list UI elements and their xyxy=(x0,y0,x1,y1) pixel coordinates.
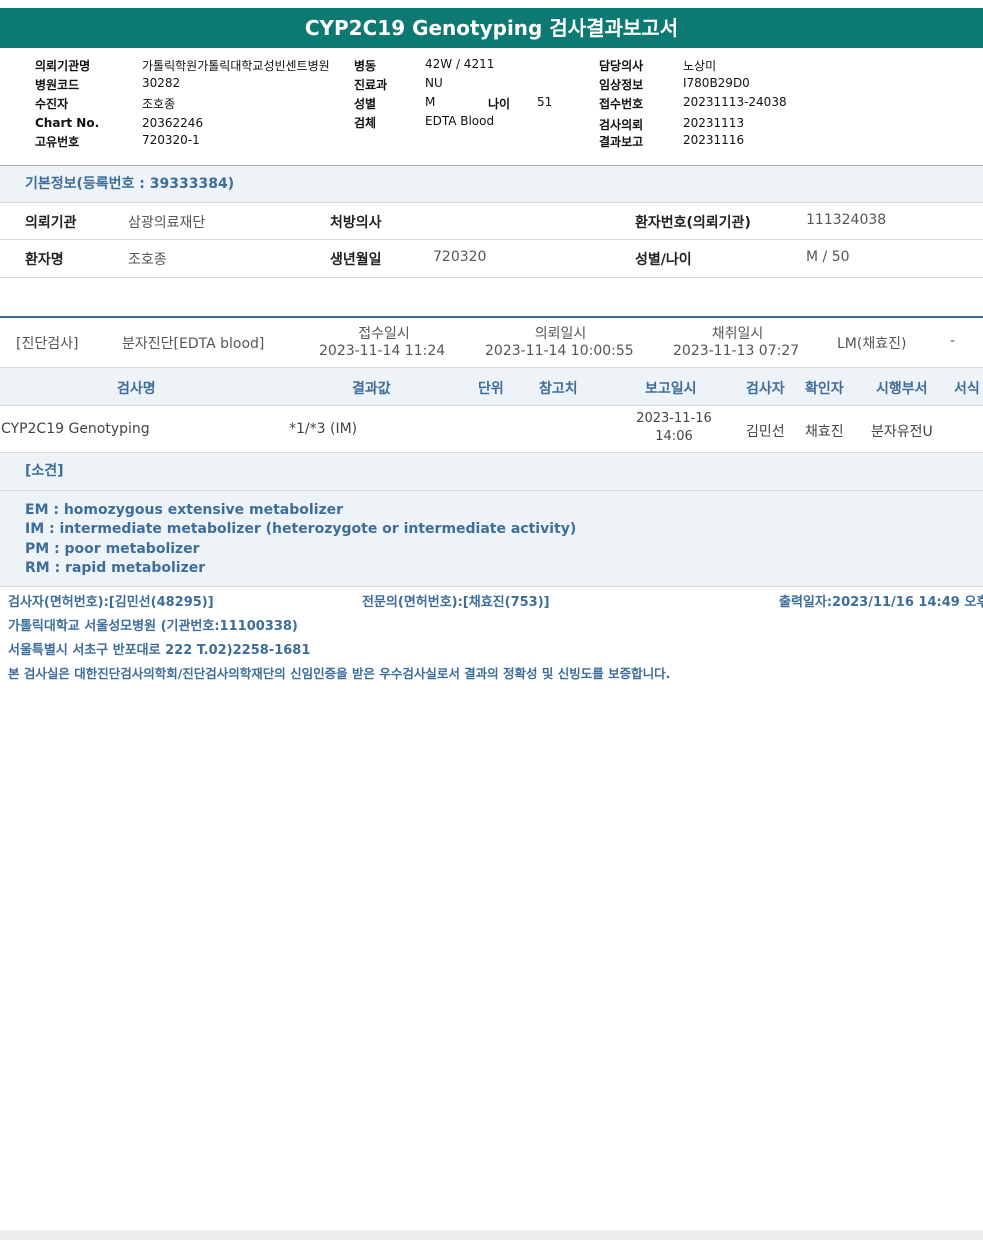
header-label: 나이 xyxy=(488,97,511,111)
col-header-name: 검사명 xyxy=(117,381,156,397)
specialist-license: 전문의(면허번호):[채효진(753)] xyxy=(362,595,550,610)
header-label: 담당의사 xyxy=(599,59,644,73)
exam-category: [진단검사] xyxy=(16,336,79,352)
header-label: 성별 xyxy=(354,97,377,111)
test-name: CYP2C19 Genotyping xyxy=(1,421,150,437)
table-row: CYP2C19 Genotyping *1/*3 (IM) 2023-11-16… xyxy=(0,406,983,453)
field-label: 환자명 xyxy=(25,252,64,268)
report-title: CYP2C19 Genotyping 검사결과보고서 xyxy=(0,8,983,48)
header-value: M xyxy=(425,95,436,109)
header-value: 20231113 xyxy=(683,116,745,130)
requested-label: 의뢰일시 xyxy=(534,326,587,342)
basic-info-title: 기본정보(등록번호 : 39333384) xyxy=(0,166,983,203)
institution: 가톨릭대학교 서울성모병원 (기관번호:11100338) xyxy=(8,619,298,634)
field-value: 720320 xyxy=(433,249,487,265)
field-value: 삼광의료재단 xyxy=(128,215,206,231)
header-value: NU xyxy=(425,76,443,90)
print-date: 출력일자:2023/11/16 14:49 오후 xyxy=(779,595,983,610)
col-header-ref: 참고치 xyxy=(539,381,578,397)
basic-info-row: 의뢰기관 삼광의료재단 처방의사 환자번호(의뢰기관) 111324038 xyxy=(0,203,983,240)
received-label: 접수일시 xyxy=(358,326,410,342)
header-value: 42W / 4211 xyxy=(425,57,495,71)
findings-title: [소견] xyxy=(0,453,983,491)
col-header-result: 결과값 xyxy=(352,381,391,397)
header-label: 수진자 xyxy=(35,97,69,111)
header-value: 51 xyxy=(537,95,553,109)
test-result: *1/*3 (IM) xyxy=(289,421,358,437)
field-label: 생년월일 xyxy=(330,252,382,268)
header-label: 의뢰기관명 xyxy=(35,59,91,73)
header-label: 결과보고 xyxy=(599,135,644,149)
finding-line: EM : homozygous extensive metabolizer xyxy=(25,502,344,518)
test-tester: 김민선 xyxy=(746,424,785,440)
col-header-tester: 검사자 xyxy=(746,381,785,397)
finding-line: IM : intermediate metabolizer (heterozyg… xyxy=(25,521,577,537)
header-label: 병동 xyxy=(354,59,377,73)
findings-title-text: [소견] xyxy=(25,463,64,479)
lab-name: LM(채효진) xyxy=(837,336,907,352)
header-label: 검체 xyxy=(354,116,377,130)
lab-dash: - xyxy=(950,333,956,349)
header-label: 고유번호 xyxy=(35,135,80,149)
test-dept: 분자유전U xyxy=(871,424,933,440)
col-header-confirmer: 확인자 xyxy=(805,381,844,397)
field-label: 성별/나이 xyxy=(635,252,692,268)
address: 서울특별시 서초구 반포대로 222 T.02)2258-1681 xyxy=(8,643,311,658)
report-time: 14:06 xyxy=(655,429,693,444)
header-value: EDTA Blood xyxy=(425,114,495,128)
col-header-form: 서식 xyxy=(954,381,980,397)
col-header-dept: 시행부서 xyxy=(876,381,928,397)
basic-info-title-text: 기본정보(등록번호 : 39333384) xyxy=(25,176,235,192)
report-date: 2023-11-16 xyxy=(636,411,712,426)
field-value: 111324038 xyxy=(806,212,887,228)
header-value: 20231116 xyxy=(683,133,745,147)
header-label: 진료과 xyxy=(354,78,388,92)
header-value: 30282 xyxy=(142,76,181,90)
field-label: 처방의사 xyxy=(330,215,382,231)
basic-info-row: 환자명 조호종 생년월일 720320 성별/나이 M / 50 xyxy=(0,240,983,278)
bottom-strip xyxy=(0,1230,983,1240)
header-value: 가톨릭학원가톨릭대학교성빈센트병원 xyxy=(142,59,330,73)
field-value: M / 50 xyxy=(806,249,850,265)
collected-value: 2023-11-13 07:27 xyxy=(673,343,800,359)
col-header-report-date: 보고일시 xyxy=(645,381,697,397)
field-label: 환자번호(의뢰기관) xyxy=(635,215,751,231)
finding-line: RM : rapid metabolizer xyxy=(25,560,206,576)
header-label: Chart No. xyxy=(35,116,100,130)
header-value: 20231113-24038 xyxy=(683,95,787,109)
tester-license: 검사자(면허번호):[김민선(48295)] xyxy=(8,595,214,610)
received-value: 2023-11-14 11:24 xyxy=(319,343,446,359)
exam-info-row: [진단검사] 분자진단[EDTA blood] 접수일시 2023-11-14 … xyxy=(0,318,983,368)
header-label: 병원코드 xyxy=(35,78,80,92)
header-value: 720320-1 xyxy=(142,133,200,147)
test-confirmer: 채효진 xyxy=(805,424,844,440)
exam-type: 분자진단[EDTA blood] xyxy=(122,336,265,352)
field-value: 조호종 xyxy=(128,252,167,268)
findings-body: EM : homozygous extensive metabolizer IM… xyxy=(0,491,983,587)
field-label: 의뢰기관 xyxy=(25,215,77,231)
collected-label: 채취일시 xyxy=(711,326,764,342)
header-value: 20362246 xyxy=(142,116,204,130)
header-label: 임상정보 xyxy=(599,78,644,92)
header-value: I780B29D0 xyxy=(683,76,750,90)
certification-statement: 본 검사실은 대한진단검사의학회/진단검사의학재단의 신임인증을 받은 우수검사… xyxy=(8,666,671,681)
header-label: 접수번호 xyxy=(599,97,644,111)
finding-line: PM : poor metabolizer xyxy=(25,541,200,557)
header-value: 조호종 xyxy=(142,97,176,111)
header-value: 노상미 xyxy=(683,59,717,73)
header-label: 검사의뢰 xyxy=(599,118,644,132)
requested-value: 2023-11-14 10:00:55 xyxy=(485,343,634,359)
col-header-unit: 단위 xyxy=(478,381,504,397)
results-header: 검사명 결과값 단위 참고치 보고일시 검사자 확인자 시행부서 서식 xyxy=(0,368,983,406)
